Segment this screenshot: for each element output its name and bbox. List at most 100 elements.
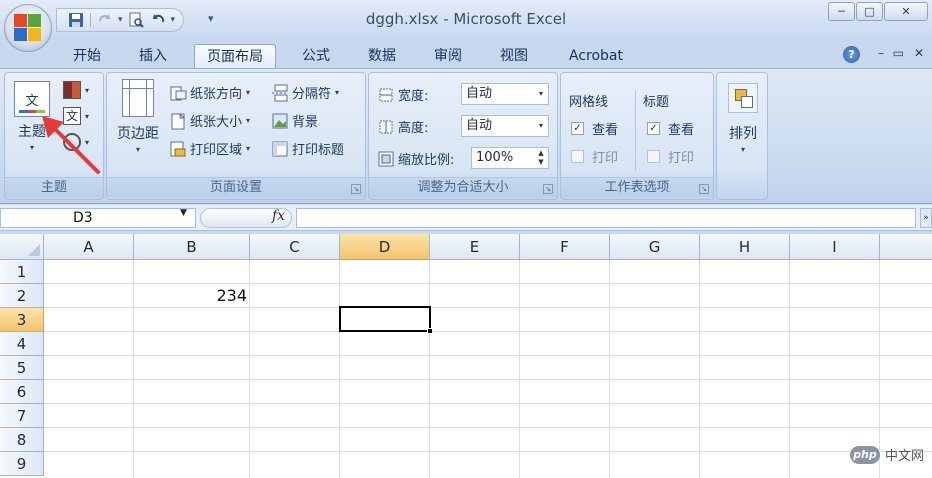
select-all-button[interactable]: [0, 234, 44, 260]
divider: [635, 91, 636, 171]
gridline: [44, 427, 932, 428]
minimize-button[interactable]: ─: [828, 2, 855, 21]
row-header-3[interactable]: 3: [0, 308, 44, 332]
gridline: [249, 260, 250, 478]
theme-colors-button[interactable]: ▾: [63, 81, 89, 99]
height-dropdown[interactable]: 自动 ▾: [461, 115, 549, 137]
group-label-scale-to-fit: 调整为合适大小: [369, 177, 557, 197]
gridline: [609, 260, 610, 478]
headings-title: 标题: [643, 95, 670, 110]
column-header-g[interactable]: G: [610, 234, 700, 260]
row-header-5[interactable]: 5: [0, 356, 44, 380]
column-header-h[interactable]: H: [700, 234, 790, 260]
row-header-9[interactable]: 9: [0, 452, 44, 476]
chevron-down-icon: ▾: [538, 121, 543, 130]
title-bar: ▾ ▾ ▾ dggh.xlsx - Microsoft Excel ─ □ ✕: [0, 0, 932, 42]
gridlines-print-checkbox[interactable]: 打印: [571, 147, 618, 166]
row-header-7[interactable]: 7: [0, 404, 44, 428]
doc-restore-icon[interactable]: ▭: [893, 46, 904, 60]
tab-data[interactable]: 数据: [356, 44, 408, 68]
active-cell-d3[interactable]: [339, 306, 431, 332]
fill-handle[interactable]: [427, 328, 433, 334]
help-icon[interactable]: ?: [843, 46, 860, 63]
tab-acrobat[interactable]: Acrobat: [556, 44, 636, 68]
gridline: [44, 403, 932, 404]
tab-home[interactable]: 开始: [62, 44, 112, 68]
tab-insert[interactable]: 插入: [126, 44, 180, 68]
paper-size-icon: [169, 112, 187, 130]
doc-close-icon[interactable]: ✕: [914, 46, 924, 60]
tab-view[interactable]: 视图: [488, 44, 540, 68]
tab-formulas[interactable]: 公式: [290, 44, 342, 68]
insert-function-icon[interactable]: fx: [272, 208, 285, 224]
column-header-f[interactable]: F: [520, 234, 610, 260]
orientation-button[interactable]: 纸张方向 ▾: [169, 83, 250, 102]
column-header-e[interactable]: E: [430, 234, 520, 260]
breaks-button[interactable]: 分隔符 ▾: [271, 83, 339, 102]
expand-formula-bar-icon[interactable]: »: [920, 208, 932, 228]
tab-review[interactable]: 审阅: [422, 44, 474, 68]
close-button[interactable]: ✕: [884, 2, 928, 21]
chevron-down-icon[interactable]: ▼: [180, 208, 187, 218]
window-title: dggh.xlsx - Microsoft Excel: [365, 10, 567, 28]
dialog-launcher-icon[interactable]: ↘: [699, 184, 709, 194]
print-titles-button[interactable]: 打印标题: [271, 139, 344, 158]
gridline: [44, 451, 932, 452]
ribbon: 文 主题 ▾ ▾ 文 ▾ ▾ 主题 页边距 ▾ 纸张方向 ▾ 纸张大小 ▾ 打印…: [0, 68, 932, 204]
watermark-badge: php: [849, 445, 880, 464]
row-header-1[interactable]: 1: [0, 260, 44, 284]
column-header-b[interactable]: B: [134, 234, 250, 260]
cell-b2[interactable]: 234: [136, 286, 247, 306]
row-header-2[interactable]: 2: [0, 284, 44, 308]
dialog-launcher-icon[interactable]: ↘: [543, 184, 553, 194]
worksheet-grid: A B C D E F G H I 1 2 3 4 5 6 7 8 9 234: [0, 234, 932, 478]
annotation-arrow-icon: [42, 116, 100, 174]
office-button[interactable]: [4, 4, 52, 52]
row-header-6[interactable]: 6: [0, 380, 44, 404]
gridline: [789, 260, 790, 478]
group-sheet-options: 网格线 标题 ✓ 查看 打印 ✓ 查看 打印 工作表选项 ↘: [560, 72, 714, 200]
gridlines-view-checkbox[interactable]: ✓ 查看: [571, 119, 618, 138]
scale-spinner[interactable]: 100% ▲ ▼: [471, 147, 549, 169]
group-label-themes: 主题: [5, 177, 103, 197]
gridline: [519, 260, 520, 478]
theme-colors-icon: [63, 81, 81, 99]
column-header-d[interactable]: D: [340, 234, 430, 260]
office-logo-icon: [13, 13, 43, 43]
tab-page-layout[interactable]: 页面布局: [194, 44, 276, 68]
chevron-down-icon: ▾: [538, 89, 543, 98]
print-area-icon: [169, 140, 187, 158]
maximize-button[interactable]: □: [856, 2, 883, 21]
headings-print-checkbox[interactable]: 打印: [647, 147, 694, 166]
gridline: [44, 283, 932, 284]
column-header-c[interactable]: C: [250, 234, 340, 260]
margins-icon: [122, 79, 154, 117]
gridline: [44, 307, 932, 308]
width-icon: [377, 86, 395, 104]
margins-button[interactable]: 页边距 ▾: [113, 79, 163, 154]
group-scale-to-fit: 宽度: 自动 ▾ 高度: 自动 ▾ 缩放比例: 100% ▲ ▼ 调整为合适大小 ↘: [368, 72, 558, 200]
column-header-i[interactable]: I: [790, 234, 880, 260]
gridline: [133, 260, 134, 478]
row-header-8[interactable]: 8: [0, 428, 44, 452]
name-box[interactable]: D3: [0, 208, 196, 228]
arrange-button[interactable]: 排列 ▾: [723, 83, 763, 154]
gridline: [339, 260, 340, 478]
checkbox-unchecked: [647, 150, 660, 163]
doc-minimize-icon[interactable]: –: [878, 46, 884, 60]
column-header-a[interactable]: A: [44, 234, 134, 260]
formula-input[interactable]: [296, 208, 916, 228]
ribbon-tabs: 开始 插入 页面布局 公式 数据 审阅 视图 Acrobat: [0, 42, 932, 68]
size-button[interactable]: 纸张大小 ▾: [169, 111, 250, 130]
height-label: 高度:: [377, 117, 428, 136]
gridline: [44, 331, 932, 332]
row-header-4[interactable]: 4: [0, 332, 44, 356]
dialog-launcher-icon[interactable]: ↘: [351, 184, 361, 194]
checkbox-unchecked: [571, 150, 584, 163]
print-area-button[interactable]: 打印区域 ▾: [169, 139, 250, 158]
background-button[interactable]: 背景: [271, 111, 318, 130]
width-dropdown[interactable]: 自动 ▾: [461, 83, 549, 105]
headings-view-checkbox[interactable]: ✓ 查看: [647, 119, 694, 138]
watermark: php 中文网: [849, 445, 924, 464]
column-header-j[interactable]: [880, 234, 932, 260]
